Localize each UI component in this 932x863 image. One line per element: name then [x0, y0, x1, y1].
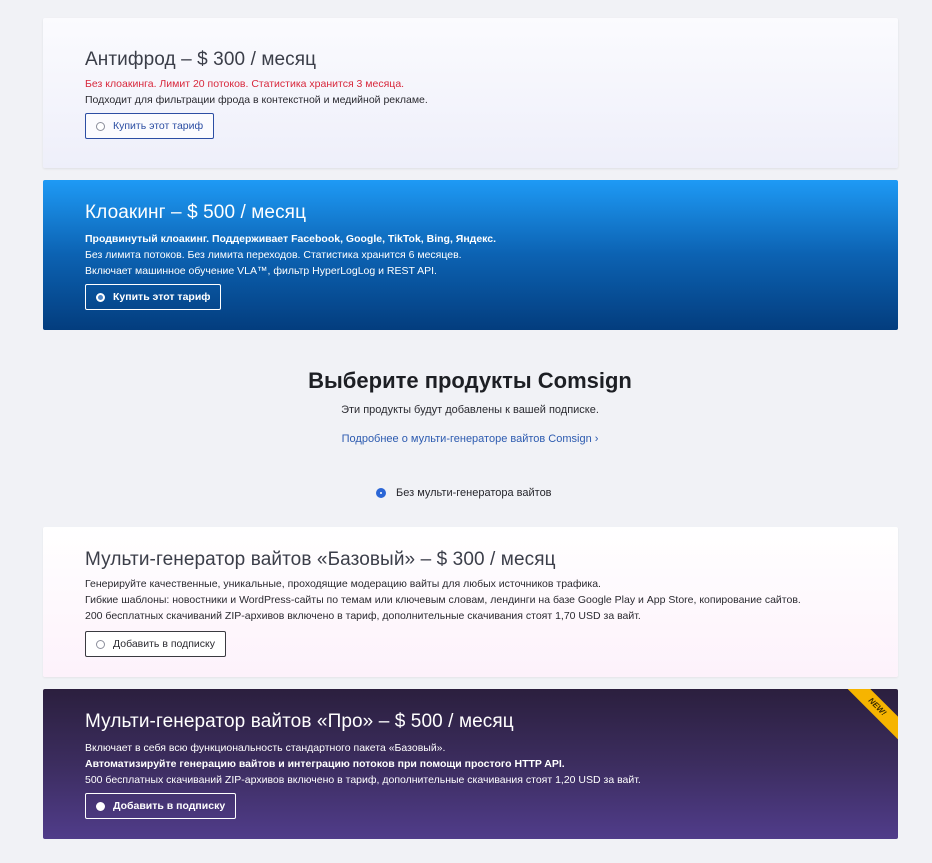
no-generator-option[interactable]: Без мульти-генератора вайтов	[376, 487, 552, 499]
radio-unchecked-icon	[96, 801, 105, 811]
add-base-generator-button[interactable]: Добавить в подписку	[85, 631, 227, 657]
plan-title-cloaking: Клоакинг – $ 500 / месяц	[85, 202, 307, 223]
product-card-pro-generator: NEW! Мульти-генератор вайтов «Про» – $ 5…	[43, 689, 898, 839]
add-pro-generator-label: Добавить в подписку	[113, 800, 226, 812]
plan-description-antifraud: Без клоакинга. Лимит 20 потоков. Статист…	[85, 76, 898, 108]
generator-info-link[interactable]: Подробнее о мульти-генераторе вайтов Com…	[0, 433, 932, 445]
product-description-base: Генерируйте качественные, уникальные, пр…	[85, 576, 898, 624]
products-heading: Выберите продукты Comsign	[308, 368, 632, 393]
plan-description-cloaking: Продвинутый клоакинг. Поддерживает Faceb…	[85, 231, 898, 279]
buy-cloaking-button[interactable]: Купить этот тариф	[85, 284, 222, 310]
product-description-line: Генерируйте качественные, уникальные, пр…	[85, 578, 601, 590]
plan-description-line: Продвинутый клоакинг. Поддерживает Faceb…	[85, 233, 497, 245]
plan-limit-note: Без клоакинга. Лимит 20 потоков. Статист…	[85, 78, 405, 90]
product-card-base-generator: Мульти-генератор вайтов «Базовый» – $ 30…	[43, 527, 898, 677]
radio-checked-icon	[376, 488, 386, 498]
product-description-line: Автоматизируйте генерацию вайтов и интег…	[85, 758, 565, 770]
plan-card-cloaking: Клоакинг – $ 500 / месяц Продвинутый кло…	[43, 180, 898, 330]
add-base-generator-label: Добавить в подписку	[113, 638, 216, 650]
products-subtitle: Эти продукты будут добавлены к вашей под…	[341, 404, 599, 416]
plan-description-line: Включает машинное обучение VLA™, фильтр …	[85, 265, 437, 277]
plan-description-line: Без лимита потоков. Без лимита переходов…	[85, 249, 462, 261]
product-description-pro: Включает в себя всю функциональность ста…	[85, 740, 898, 788]
generator-info-link-text: Подробнее о мульти-генераторе вайтов Com…	[341, 433, 592, 445]
plan-title-antifraud: Антифрод – $ 300 / месяц	[85, 49, 317, 70]
radio-unchecked-icon	[96, 121, 105, 131]
buy-antifraud-button[interactable]: Купить этот тариф	[85, 113, 215, 139]
product-title-base: Мульти-генератор вайтов «Базовый» – $ 30…	[85, 549, 556, 570]
buy-cloaking-label: Купить этот тариф	[113, 291, 211, 303]
add-pro-generator-button[interactable]: Добавить в подписку	[85, 793, 237, 819]
product-description-line: 200 бесплатных скачиваний ZIP-архивов вк…	[85, 610, 641, 622]
product-description-line: 500 бесплатных скачиваний ZIP-архивов вк…	[85, 774, 641, 786]
plan-card-antifraud: Антифрод – $ 300 / месяц Без клоакинга. …	[43, 18, 898, 168]
no-generator-label: Без мульти-генератора вайтов	[396, 487, 552, 499]
radio-unchecked-icon	[96, 292, 105, 302]
buy-antifraud-label: Купить этот тариф	[113, 120, 204, 132]
product-description-line: Включает в себя всю функциональность ста…	[85, 742, 446, 754]
product-title-pro: Мульти-генератор вайтов «Про» – $ 500 / …	[85, 711, 514, 732]
chevron-right-icon: ›	[594, 433, 599, 445]
product-description-line: Гибкие шаблоны: новостники и WordPress-с…	[85, 594, 801, 606]
plan-description-line: Подходит для фильтрации фрода в контекст…	[85, 94, 428, 106]
radio-unchecked-icon	[96, 639, 105, 649]
